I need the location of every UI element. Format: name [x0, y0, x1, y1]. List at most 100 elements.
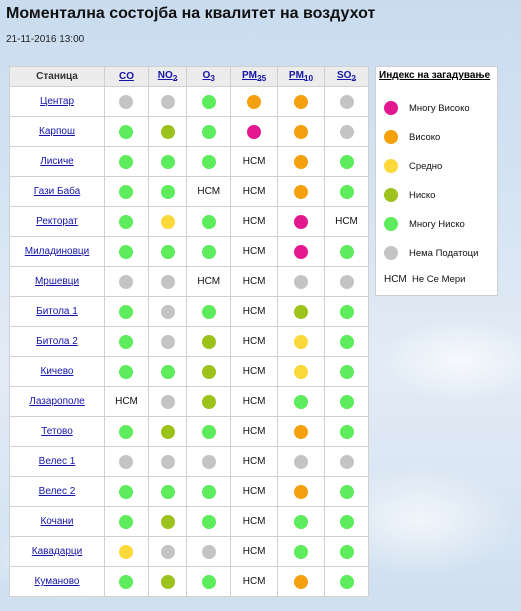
index-dot-very-low	[339, 484, 354, 499]
cell-o3: НСМ	[186, 266, 232, 297]
index-dot-low	[160, 124, 175, 139]
index-dot-high	[294, 424, 309, 439]
not-measured-text: НСМ	[242, 426, 266, 437]
legend-dot-medium	[384, 159, 398, 173]
index-dot-very-low	[339, 304, 354, 319]
index-dot-low	[160, 574, 175, 589]
not-measured-text: НСМ	[242, 246, 266, 257]
cell-so2	[324, 266, 369, 297]
station-link[interactable]: Миладиновци	[25, 246, 89, 257]
station-link[interactable]: Центар	[40, 96, 74, 107]
not-measured-text: НСМ	[242, 576, 266, 587]
cell-o3	[186, 116, 232, 147]
station-cell: Ректорат	[9, 206, 105, 237]
cell-no2	[147, 146, 188, 177]
station-cell: Кичево	[9, 356, 105, 387]
station-link[interactable]: Тетово	[41, 426, 73, 437]
index-dot-low	[201, 334, 216, 349]
column-link-no2[interactable]: NO2	[158, 70, 178, 83]
station-link[interactable]: Лисиче	[40, 156, 74, 167]
station-link[interactable]: Кичево	[41, 366, 74, 377]
legend-item-high: Високо	[384, 129, 440, 145]
legend-item-very-low: Многу Ниско	[384, 216, 465, 232]
column-link-so2[interactable]: SO2	[337, 70, 356, 83]
legend-item-nsm: НСМ Не Се Мери	[384, 271, 465, 287]
cell-pm25: НСМ	[230, 266, 279, 297]
index-dot-low	[160, 514, 175, 529]
cell-pm25: НСМ	[230, 566, 279, 597]
cell-co	[104, 146, 149, 177]
table-row: Гази Баба НСМ НСМ	[9, 176, 369, 207]
cell-no2	[147, 566, 188, 597]
column-link-o3[interactable]: O3	[203, 70, 215, 83]
station-cell: Гази Баба	[9, 176, 105, 207]
cell-so2	[324, 446, 369, 477]
index-dot-very-low	[119, 574, 134, 589]
index-dot-very-low	[119, 154, 134, 169]
legend-dot-very-high	[384, 101, 398, 115]
station-link[interactable]: Мршевци	[35, 276, 79, 287]
station-link[interactable]: Лазарополе	[29, 396, 84, 407]
index-dot-no-data	[339, 124, 354, 139]
index-dot-no-data	[160, 454, 175, 469]
cell-pm25: НСМ	[230, 386, 279, 417]
station-cell: Карпош	[9, 116, 105, 147]
station-link[interactable]: Гази Баба	[34, 186, 80, 197]
legend-label: Не Се Мери	[412, 273, 466, 285]
cell-so2	[324, 86, 369, 117]
index-dot-very-low	[160, 364, 175, 379]
not-measured-text: НСМ	[242, 306, 266, 317]
index-dot-very-low	[339, 394, 354, 409]
station-link[interactable]: Кочани	[40, 516, 73, 527]
station-link[interactable]: Ректорат	[36, 216, 78, 227]
cell-co	[104, 566, 149, 597]
cell-pm10	[277, 176, 325, 207]
cell-so2	[324, 536, 369, 567]
not-measured-text: НСМ	[242, 186, 266, 197]
column-link-co[interactable]: CO	[119, 71, 134, 82]
index-dot-high	[294, 484, 309, 499]
index-dot-medium	[119, 544, 134, 559]
station-link[interactable]: Битола 1	[36, 306, 78, 317]
index-dot-very-low	[339, 574, 354, 589]
cell-so2	[324, 236, 369, 267]
index-dot-very-low	[339, 184, 354, 199]
cell-so2	[324, 356, 369, 387]
index-dot-very-low	[119, 364, 134, 379]
cell-pm10	[277, 266, 325, 297]
cell-o3	[186, 386, 232, 417]
cell-so2	[324, 326, 369, 357]
index-dot-medium	[160, 214, 175, 229]
index-dot-high	[294, 94, 309, 109]
index-dot-low	[201, 364, 216, 379]
cell-o3	[186, 296, 232, 327]
table-row: Центар	[9, 86, 369, 117]
station-link[interactable]: Куманово	[35, 576, 80, 587]
index-dot-very-low	[201, 214, 216, 229]
station-link[interactable]: Кавадарци	[32, 546, 82, 557]
station-cell: Лазарополе	[9, 386, 105, 417]
column-link-pm25[interactable]: PM25	[242, 70, 266, 83]
column-link-pm10[interactable]: PM10	[289, 70, 313, 83]
cell-so2	[324, 146, 369, 177]
table-row: Карпош	[9, 116, 369, 147]
cell-o3	[186, 566, 232, 597]
index-dot-no-data	[119, 454, 134, 469]
legend-title: Индекс на загадување	[379, 70, 491, 81]
cell-pm25: НСМ	[230, 176, 279, 207]
station-link[interactable]: Велес 1	[39, 456, 76, 467]
column-header-o3: O3	[186, 66, 232, 87]
table-row: Кочани НСМ	[9, 506, 369, 537]
cell-co	[104, 116, 149, 147]
cell-co	[104, 296, 149, 327]
station-link[interactable]: Карпош	[39, 126, 75, 137]
cell-pm10	[277, 386, 325, 417]
cell-co	[104, 266, 149, 297]
station-link[interactable]: Битола 2	[36, 336, 78, 347]
station-link[interactable]: Велес 2	[39, 486, 76, 497]
index-dot-high	[294, 184, 309, 199]
timestamp: 21-11-2016 13:00	[6, 34, 85, 45]
index-dot-very-low	[201, 124, 216, 139]
cell-pm25	[230, 86, 279, 117]
index-dot-very-low	[201, 424, 216, 439]
